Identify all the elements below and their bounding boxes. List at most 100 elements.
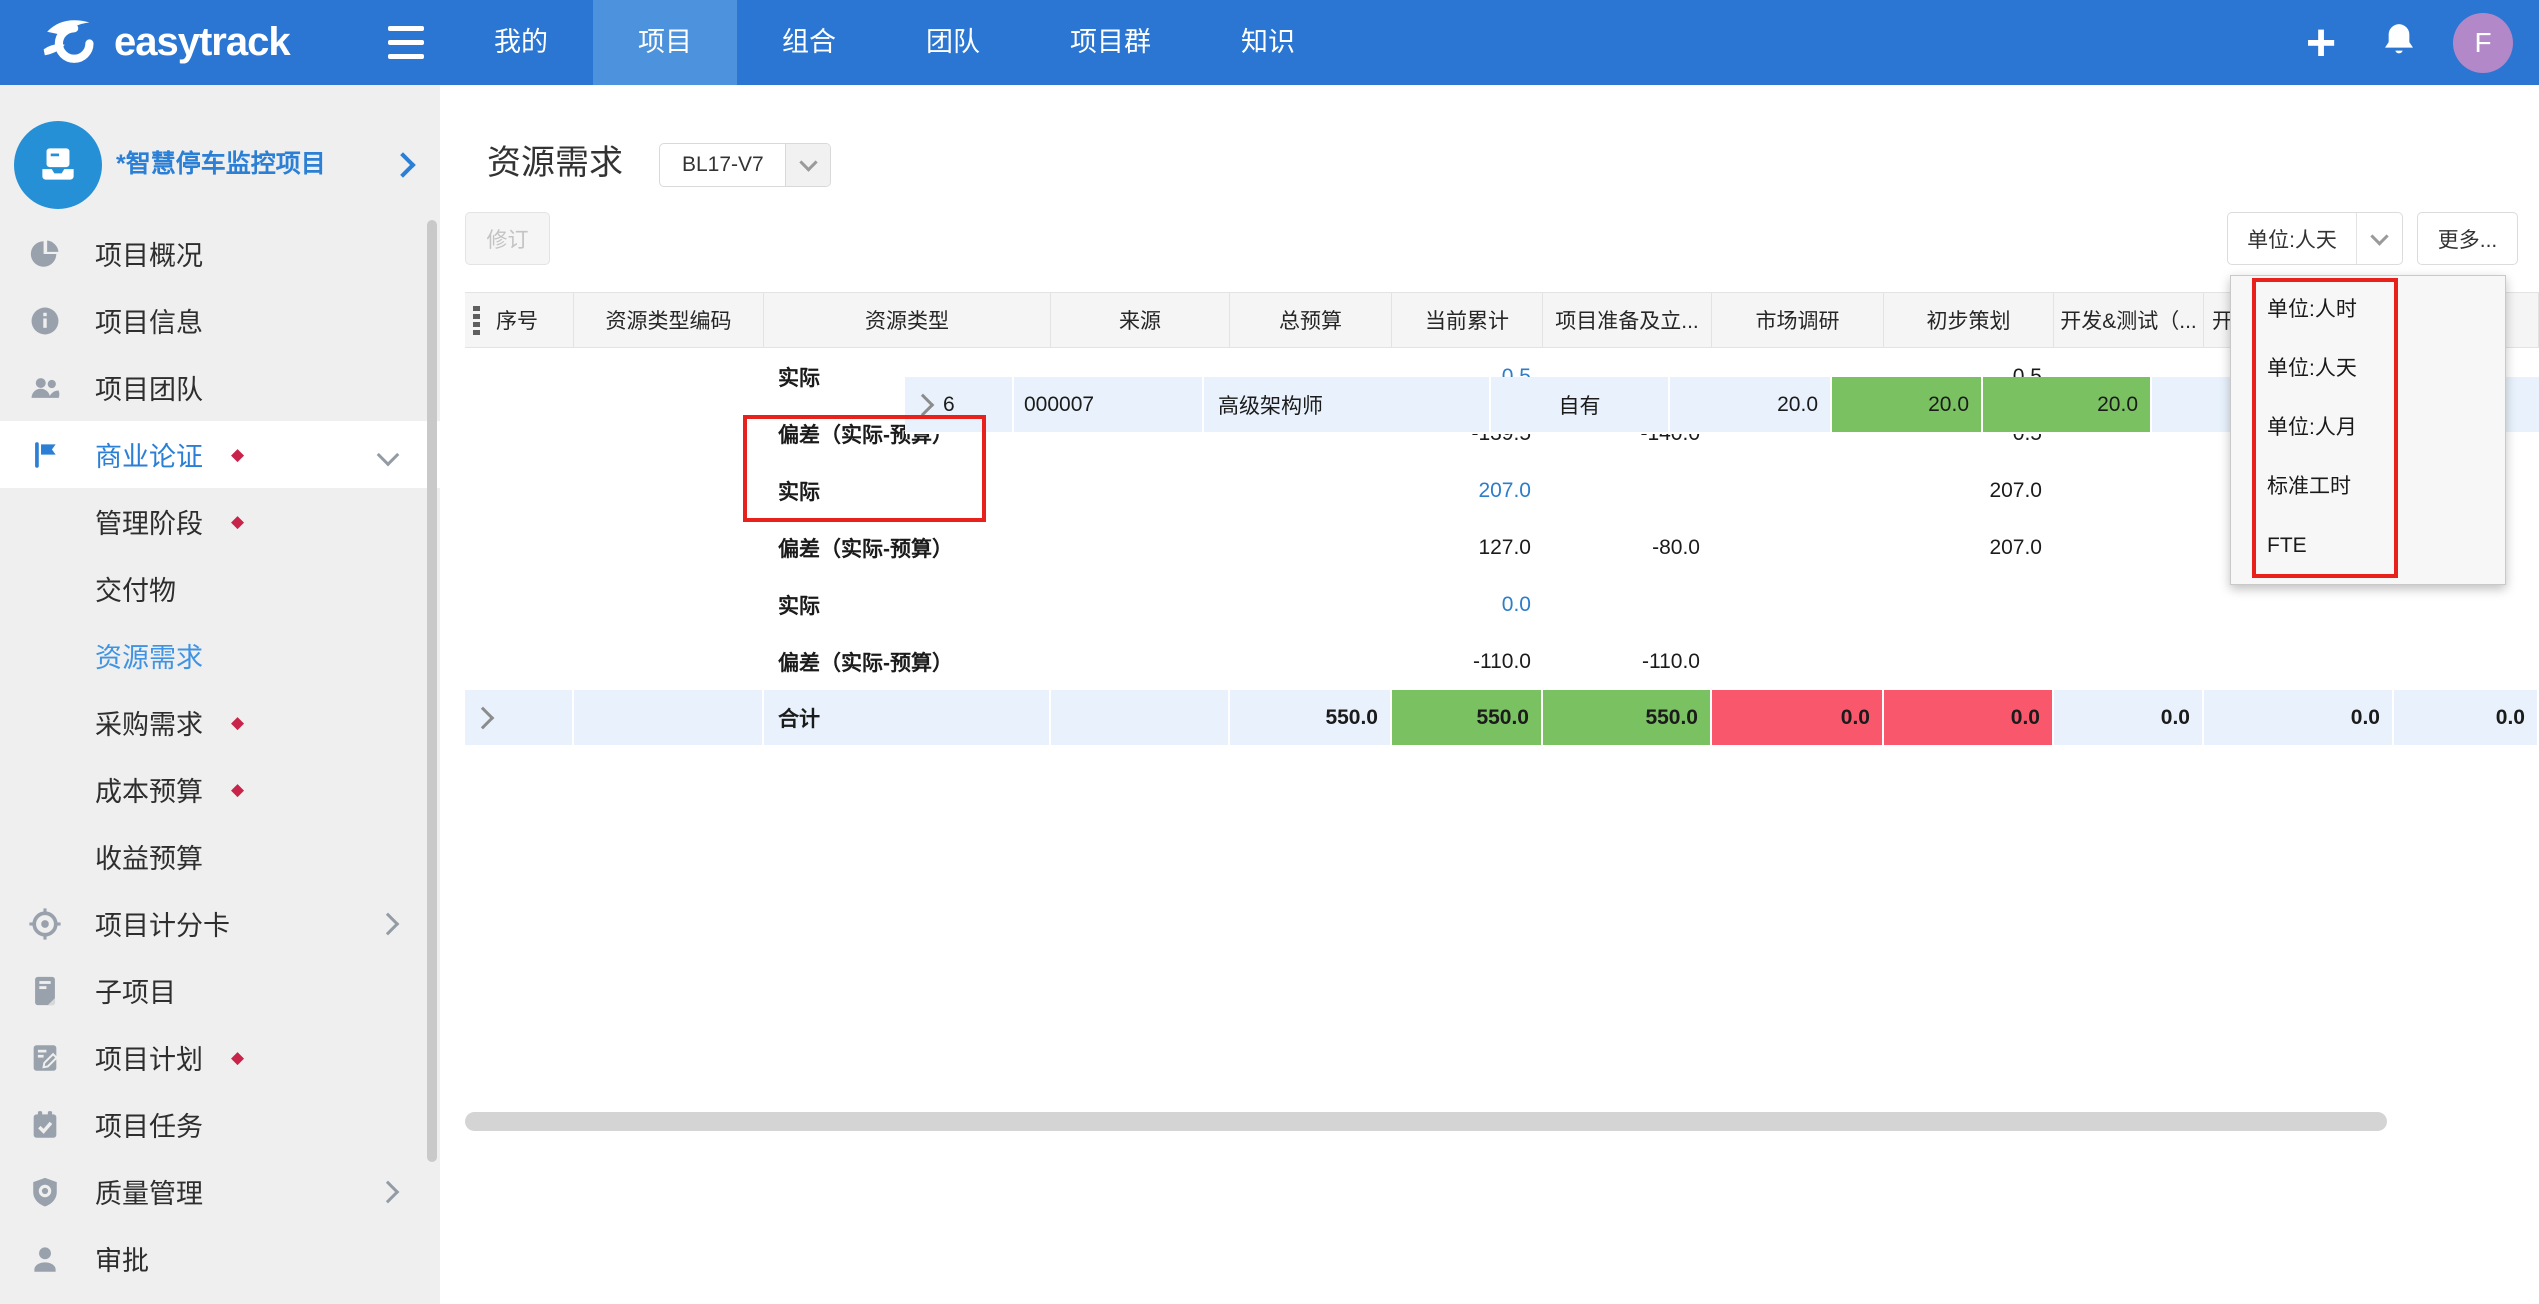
info-icon xyxy=(28,304,62,338)
revise-button[interactable]: 修订 xyxy=(465,212,550,265)
column-header-label: 资源类型 xyxy=(865,305,949,335)
drag-grip-icon[interactable] xyxy=(473,304,480,336)
page-title: 资源需求 xyxy=(487,135,623,184)
add-icon[interactable]: + xyxy=(2291,3,2351,83)
nav-tab[interactable]: 项目群 xyxy=(1025,0,1196,85)
column-header-label: 项目准备及立... xyxy=(1555,305,1699,335)
user-avatar[interactable]: F xyxy=(2453,13,2513,73)
sidebar-item[interactable]: 子项目 xyxy=(0,957,440,1024)
sidebar-item[interactable]: 项目任务 xyxy=(0,1091,440,1158)
table-cell xyxy=(1230,633,1392,690)
resource-demand-table: 序号资源类型编码资源类型来源总预算当前累计项目准备及立...市场调研初步策划开发… xyxy=(465,292,2539,747)
table-body: 1000001高级咨询顾问自有140.0140.0140.0实际0.50.5偏差… xyxy=(465,348,2539,747)
unit-dropdown-button[interactable]: 单位:人天 xyxy=(2227,212,2403,265)
column-header-label: 来源 xyxy=(1119,305,1161,335)
sidebar-item-label: 子项目 xyxy=(95,971,176,1010)
sidebar-item[interactable]: 采购需求◆ xyxy=(0,689,440,756)
table-cell xyxy=(2394,633,2539,690)
table-cell xyxy=(574,690,764,747)
column-header-label: 当前累计 xyxy=(1425,305,1509,335)
table-cell xyxy=(2204,633,2394,690)
sidebar-item-label: 收益预算 xyxy=(95,837,203,876)
table-cell: 偏差（实际-预算） xyxy=(764,519,1051,576)
table-cell xyxy=(465,690,574,747)
sidebar-item[interactable]: 项目计分卡 xyxy=(0,890,440,957)
resource-name: 偏差（实际-预算） xyxy=(778,647,953,677)
baseline-version-value: BL17-V7 xyxy=(682,153,785,177)
column-header-label: 初步策划 xyxy=(1927,305,2011,335)
sidebar-item[interactable]: 项目团队 xyxy=(0,354,440,421)
table-cell: 6 xyxy=(905,377,1014,434)
sidebar-item[interactable]: 质量管理 xyxy=(0,1158,440,1225)
logo[interactable]: easytrack xyxy=(42,13,290,72)
sidebar-item[interactable]: 管理阶段◆ xyxy=(0,488,440,555)
expand-caret-icon[interactable] xyxy=(912,393,935,416)
unit-menu-option[interactable]: 单位:人时 xyxy=(2231,280,2505,339)
cell-value[interactable]: 207.0 xyxy=(1478,479,1531,503)
nav-tab[interactable]: 我的 xyxy=(449,0,593,85)
sidebar-item[interactable]: 审批 xyxy=(0,1225,440,1292)
nav-tab[interactable]: 知识 xyxy=(1196,0,1340,85)
sidebar-item[interactable]: 项目信息 xyxy=(0,287,440,354)
table-cell: 高级架构师 xyxy=(1204,377,1491,434)
table-row: 实际207.0207.0 xyxy=(465,462,2539,519)
table-cell xyxy=(1230,519,1392,576)
cell-value: 0.0 xyxy=(2496,706,2525,730)
table-row: 合计550.0550.0550.00.00.00.00.00.0 xyxy=(465,690,2539,747)
sidebar-item-label: 资源需求 xyxy=(95,636,203,675)
column-header: 序号 xyxy=(465,293,574,347)
notifications-bell-icon[interactable] xyxy=(2369,19,2429,66)
table-cell: 实际 xyxy=(764,576,1051,633)
table-cell xyxy=(465,348,574,405)
nav-tab[interactable]: 项目 xyxy=(593,0,737,85)
nav-tab[interactable]: 组合 xyxy=(737,0,881,85)
nav-tab[interactable]: 团队 xyxy=(881,0,1025,85)
table-cell xyxy=(574,462,764,519)
table-header: 序号资源类型编码资源类型来源总预算当前累计项目准备及立...市场调研初步策划开发… xyxy=(465,292,2539,348)
table-cell xyxy=(574,576,764,633)
unit-dropdown-label: 单位:人天 xyxy=(2228,224,2356,254)
expand-caret-icon[interactable] xyxy=(472,706,495,729)
sidebar-item[interactable]: 成本预算◆ xyxy=(0,756,440,823)
table-cell: 127.0 xyxy=(1392,519,1543,576)
task-icon xyxy=(28,1108,62,1142)
hamburger-menu-icon[interactable] xyxy=(388,26,424,59)
sidebar-item[interactable]: 商业论证◆ xyxy=(0,421,440,488)
sidebar-scrollbar[interactable] xyxy=(427,220,437,1162)
horizontal-scrollbar[interactable] xyxy=(465,1112,2387,1131)
table-cell xyxy=(465,519,574,576)
sidebar-item-label: 项目团队 xyxy=(95,368,203,407)
column-header: 来源 xyxy=(1051,293,1230,347)
unit-menu-option[interactable]: FTE xyxy=(2231,516,2505,575)
sidebar-item[interactable]: 收益预算 xyxy=(0,823,440,890)
sidebar-item[interactable]: 资源需求 xyxy=(0,622,440,689)
sidebar-item[interactable]: 项目计划◆ xyxy=(0,1024,440,1091)
cell-value: 207.0 xyxy=(1989,479,2042,503)
chevron-down-icon xyxy=(785,144,830,186)
table-cell xyxy=(2054,576,2204,633)
project-switcher[interactable]: *智慧停车监控项目 xyxy=(0,107,440,222)
more-button[interactable]: 更多... xyxy=(2417,212,2518,265)
unit-menu-option[interactable]: 单位:人天 xyxy=(2231,339,2505,398)
sidebar-item[interactable]: 项目概况 xyxy=(0,220,440,287)
table-cell: 000007 xyxy=(1014,377,1204,434)
table-row: 偏差（实际-预算）-110.0-110.0 xyxy=(465,633,2539,690)
sidebar-item[interactable]: 交付物 xyxy=(0,555,440,622)
chevron-down-icon xyxy=(377,443,400,466)
sidebar-item-label: 采购需求 xyxy=(95,703,203,742)
unit-menu-option[interactable]: 标准工时 xyxy=(2231,457,2505,516)
logo-text: easytrack xyxy=(114,20,290,65)
project-avatar-icon xyxy=(14,121,102,209)
table-cell xyxy=(2054,462,2204,519)
row-number: 6 xyxy=(943,393,955,417)
table-cell: 0.0 xyxy=(2394,690,2539,747)
sidebar-item-label: 项目概况 xyxy=(95,234,203,273)
table-cell: 550.0 xyxy=(1392,690,1543,747)
unit-menu-option[interactable]: 单位:人月 xyxy=(2231,398,2505,457)
table-cell xyxy=(465,405,574,462)
cell-value[interactable]: 0.0 xyxy=(1502,593,1531,617)
table-cell xyxy=(1712,519,1884,576)
baseline-version-select[interactable]: BL17-V7 xyxy=(659,143,831,187)
cell-value: 550.0 xyxy=(1645,706,1698,730)
target-icon xyxy=(28,907,62,941)
